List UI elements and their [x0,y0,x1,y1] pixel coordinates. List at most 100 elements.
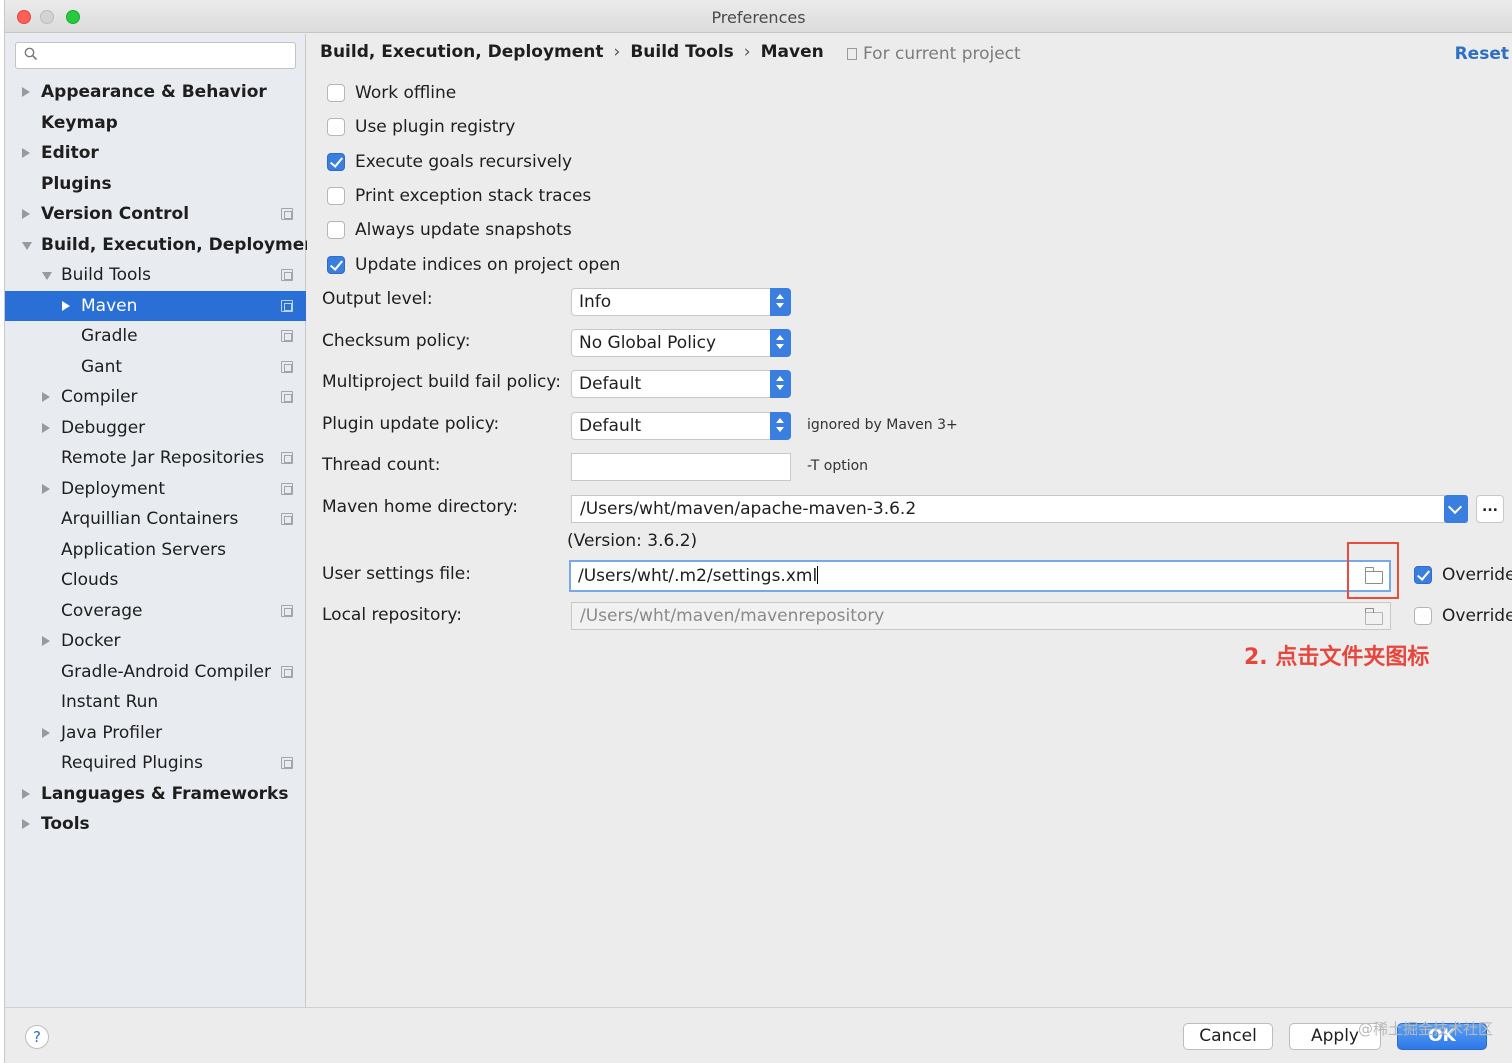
sidebar-item[interactable]: Debugger [5,413,306,443]
local-repo-input[interactable]: /Users/wht/maven/mavenrepository [571,602,1391,630]
sidebar-item[interactable]: Instant Run [5,687,306,717]
checkbox-box [1414,566,1432,584]
sidebar-item[interactable]: Required Plugins [5,748,306,778]
sidebar-item-label: Clouds [61,570,119,590]
sidebar-item-label: Tools [41,814,90,834]
chevron-down-icon[interactable] [42,272,52,280]
chevron-right-icon[interactable] [42,423,50,433]
checkbox-box [327,152,345,171]
sidebar-item[interactable]: Appearance & Behavior [5,77,306,107]
sidebar-item[interactable]: Version Control [5,199,306,229]
chevron-right-icon[interactable] [22,148,30,158]
thread-count-input[interactable] [571,453,791,481]
sidebar-item-label: Application Servers [61,540,226,560]
settings-search-input[interactable] [15,42,296,69]
output-level-label: Output level: [322,289,433,309]
sidebar-item[interactable]: Tools [5,809,306,839]
sidebar-item[interactable]: Plugins [5,169,306,199]
checkbox-label: Print exception stack traces [355,185,592,206]
project-icon [847,48,857,60]
browse-maven-home-button[interactable]: ... [1476,495,1504,523]
user-settings-input[interactable]: /Users/wht/.m2/settings.xml [569,560,1391,592]
dialog-button-bar: ? Cancel Apply OK @稀土掘金技术社区 [5,1007,1512,1063]
sidebar-item[interactable]: Compiler [5,382,306,412]
sidebar-item[interactable]: Gant [5,352,306,382]
chevron-right-icon[interactable] [22,87,30,97]
project-scope-icon [281,391,293,403]
chevron-right-icon[interactable] [42,484,50,494]
chevron-right-icon[interactable] [22,789,30,799]
project-scope-icon [281,483,293,495]
maven-home-input[interactable]: /Users/wht/maven/apache-maven-3.6.2 [571,495,1445,523]
checksum-policy-value: No Global Policy [579,333,717,353]
sidebar-item-label: Plugins [41,174,112,194]
scope-indicator: For current project [847,44,1021,64]
sidebar-item-label: Arquillian Containers [61,509,239,529]
sidebar-item[interactable]: Keymap [5,108,306,138]
plugin-update-select[interactable]: Default [571,412,791,440]
window-title: Preferences [711,8,806,27]
override-label: Override [1442,606,1512,626]
sidebar-item[interactable]: Build, Execution, Deployment [5,230,325,260]
maven-settings-panel: Build, Execution, Deployment › Build Tools… [307,34,1512,1007]
project-scope-icon [281,330,293,342]
reset-link[interactable]: Reset [1455,44,1509,64]
sidebar-item-label: Editor [41,143,99,163]
maven-version-label: (Version: 3.6.2) [567,531,698,551]
sidebar-item[interactable]: Coverage [5,596,306,626]
scope-label: For current project [863,44,1021,64]
chevron-down-icon[interactable] [22,242,32,250]
sidebar-item[interactable]: Deployment [5,474,306,504]
sidebar-item-label: Compiler [61,387,138,407]
sidebar-item[interactable]: Arquillian Containers [5,504,306,534]
output-level-value: Info [579,292,612,312]
thread-count-hint: -T option [807,458,869,474]
sidebar-item[interactable]: Languages & Frameworks [5,779,306,809]
fail-policy-label: Multiproject build fail policy: [322,372,561,392]
preferences-window: Preferences Appearance & Behavior Keymap E… [4,0,1512,1063]
project-scope-icon [281,605,293,617]
sidebar-item[interactable]: Maven [5,291,306,321]
maven-home-dropdown-button[interactable] [1444,495,1468,523]
select-arrows-icon [770,288,791,316]
sidebar-item-label: Appearance & Behavior [41,82,267,102]
chevron-right-icon[interactable] [62,301,70,311]
breadcrumb-maven: Maven [760,42,824,62]
project-scope-icon [281,361,293,373]
breadcrumb-build-tools: Build Tools [630,42,734,62]
maven-home-label: Maven home directory: [322,497,518,517]
chevron-right-icon[interactable] [42,636,50,646]
checksum-policy-select[interactable]: No Global Policy [571,329,791,357]
sidebar-item[interactable]: Docker [5,626,306,656]
sidebar-item[interactable]: Application Servers [5,535,306,565]
chevron-right-icon[interactable] [22,819,30,829]
chevron-right-icon[interactable] [42,728,50,738]
sidebar-item[interactable]: Build Tools [5,260,306,290]
cancel-button[interactable]: Cancel [1183,1023,1273,1050]
fail-policy-select[interactable]: Default [571,370,791,398]
user-settings-value: /Users/wht/.m2/settings.xml [578,566,818,586]
sidebar-item[interactable]: Remote Jar Repositories [5,443,306,473]
project-scope-icon [281,666,293,678]
sidebar-item[interactable]: Gradle-Android Compiler [5,657,306,687]
sidebar-item[interactable]: Java Profiler [5,718,306,748]
chevron-right-icon[interactable] [42,392,50,402]
sidebar-item[interactable]: Editor [5,138,306,168]
breadcrumb: Build, Execution, Deployment › Build Tools… [320,42,824,62]
settings-sidebar: Appearance & Behavior Keymap Editor Plugins… [5,34,325,1007]
fail-policy-value: Default [579,374,642,394]
checkbox-box [1414,607,1432,625]
chevron-right-icon[interactable] [22,209,30,219]
help-button[interactable]: ? [25,1025,49,1049]
checkbox-box [327,221,345,240]
checksum-policy-label: Checksum policy: [322,331,471,351]
sidebar-item-label: Instant Run [61,692,159,712]
thread-count-label: Thread count: [322,455,441,475]
select-arrows-icon [770,412,791,440]
breadcrumb-separator: › [613,42,621,62]
sidebar-item[interactable]: Clouds [5,565,306,595]
output-level-select[interactable]: Info [571,288,791,316]
title-bar: Preferences [5,0,1512,33]
checkbox-box [327,84,345,102]
sidebar-item[interactable]: Gradle [5,321,306,351]
